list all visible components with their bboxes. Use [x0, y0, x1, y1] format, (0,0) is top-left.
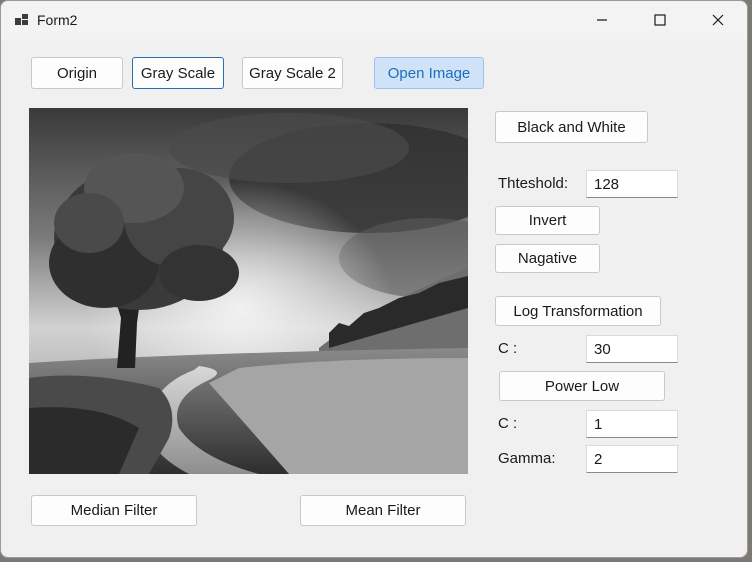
log-transformation-button[interactable]: Log Transformation — [495, 296, 661, 326]
minimize-button[interactable] — [573, 1, 631, 39]
app-form-icon — [15, 14, 28, 25]
gamma-field[interactable]: 2 — [586, 445, 678, 473]
gray-scale-2-button[interactable]: Gray Scale 2 — [242, 57, 343, 89]
invert-button[interactable]: Invert — [495, 206, 600, 235]
origin-button[interactable]: Origin — [31, 57, 123, 89]
log-c-label: C : — [498, 340, 518, 357]
close-button[interactable] — [689, 1, 747, 39]
negative-button[interactable]: Nagative — [495, 244, 600, 273]
mean-filter-button[interactable]: Mean Filter — [300, 495, 466, 526]
maximize-icon — [654, 14, 666, 26]
grayscale-landscape-image — [29, 108, 468, 474]
open-image-button[interactable]: Open Image — [374, 57, 484, 89]
title-bar[interactable]: Form2 — [1, 1, 747, 39]
black-and-white-button[interactable]: Black and White — [495, 111, 648, 143]
threshold-label: Thteshold: — [498, 175, 569, 192]
threshold-field[interactable]: 128 — [586, 170, 678, 198]
log-c-field[interactable]: 30 — [586, 335, 678, 363]
close-icon — [712, 14, 724, 26]
image-preview — [29, 108, 468, 474]
window-title: Form2 — [37, 12, 78, 28]
form-window: Form2 Origin Gray Scale Gray Scale 2 Ope… — [0, 0, 748, 558]
power-c-label: C : — [498, 415, 518, 432]
power-low-button[interactable]: Power Low — [499, 371, 665, 401]
power-c-field[interactable]: 1 — [586, 410, 678, 438]
maximize-button[interactable] — [631, 1, 689, 39]
gamma-label: Gamma: — [498, 450, 556, 467]
minimize-icon — [597, 19, 607, 21]
gray-scale-button[interactable]: Gray Scale — [132, 57, 224, 89]
median-filter-button[interactable]: Median Filter — [31, 495, 197, 526]
